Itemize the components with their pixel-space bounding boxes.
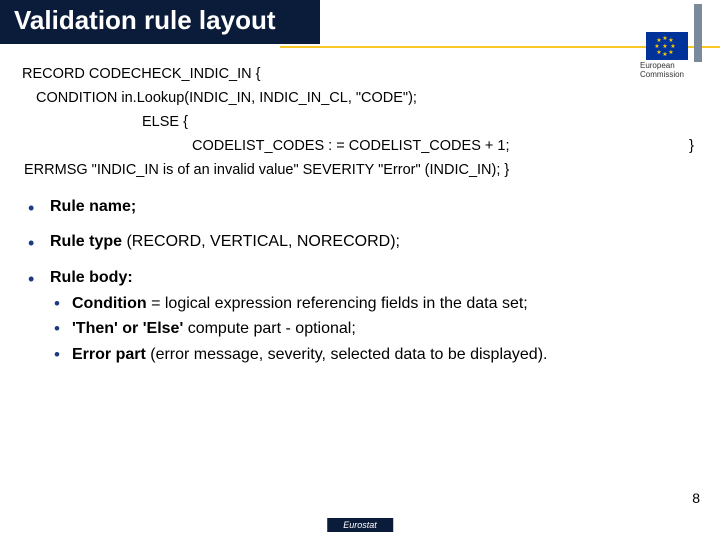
bullet-bold: Rule body:	[50, 269, 133, 286]
code-line: CODELIST_CODES : = CODELIST_CODES + 1; }	[192, 138, 698, 154]
list-item: Rule type (RECORD, VERTICAL, NORECORD);	[22, 231, 698, 253]
bullet-bold: Condition	[72, 295, 147, 312]
bullet-bold: Rule name;	[50, 198, 136, 215]
list-item: Condition = logical expression referenci…	[50, 293, 698, 315]
bullet-text: compute part - optional;	[183, 320, 356, 337]
bullet-bold: Rule type	[50, 233, 122, 250]
code-text: CODELIST_CODES : = CODELIST_CODES + 1;	[192, 138, 510, 154]
list-item: Error part (error message, severity, sel…	[50, 344, 698, 366]
logo-line1: European	[640, 61, 675, 70]
eu-flag-icon	[646, 32, 688, 60]
list-item: Rule name;	[22, 196, 698, 218]
sub-list: Condition = logical expression referenci…	[50, 293, 698, 366]
title-bar: Validation rule layout	[0, 0, 320, 44]
bullet-bold: Error part	[72, 346, 146, 363]
code-line: ELSE {	[142, 114, 698, 130]
bullet-text: (error message, severity, selected data …	[146, 346, 548, 363]
bullet-text: (RECORD, VERTICAL, NORECORD);	[122, 233, 400, 250]
code-brace: }	[689, 138, 694, 154]
code-line: ERRMSG "INDIC_IN is of an invalid value"…	[24, 162, 698, 178]
slide-content: RECORD CODECHECK_INDIC_IN { CONDITION in…	[0, 48, 720, 390]
bullet-bold: 'Then' or 'Else'	[72, 320, 183, 337]
footer-label: Eurostat	[327, 518, 393, 532]
ec-logo: European Commission	[622, 4, 702, 80]
code-block: RECORD CODECHECK_INDIC_IN { CONDITION in…	[22, 66, 698, 178]
logo-line2: Commission	[640, 70, 684, 79]
bullet-text: = logical expression referencing fields …	[147, 295, 528, 312]
code-line: RECORD CODECHECK_INDIC_IN {	[22, 66, 698, 82]
page-number: 8	[692, 490, 700, 506]
slide-title: Validation rule layout	[14, 6, 306, 36]
logo-label: European Commission	[640, 62, 684, 80]
list-item: Rule body: Condition = logical expressio…	[22, 267, 698, 365]
code-line: CONDITION in.Lookup(INDIC_IN, INDIC_IN_C…	[36, 90, 698, 106]
list-item: 'Then' or 'Else' compute part - optional…	[50, 318, 698, 340]
bullet-list: Rule name; Rule type (RECORD, VERTICAL, …	[22, 196, 698, 366]
logo-column-icon	[694, 4, 702, 62]
